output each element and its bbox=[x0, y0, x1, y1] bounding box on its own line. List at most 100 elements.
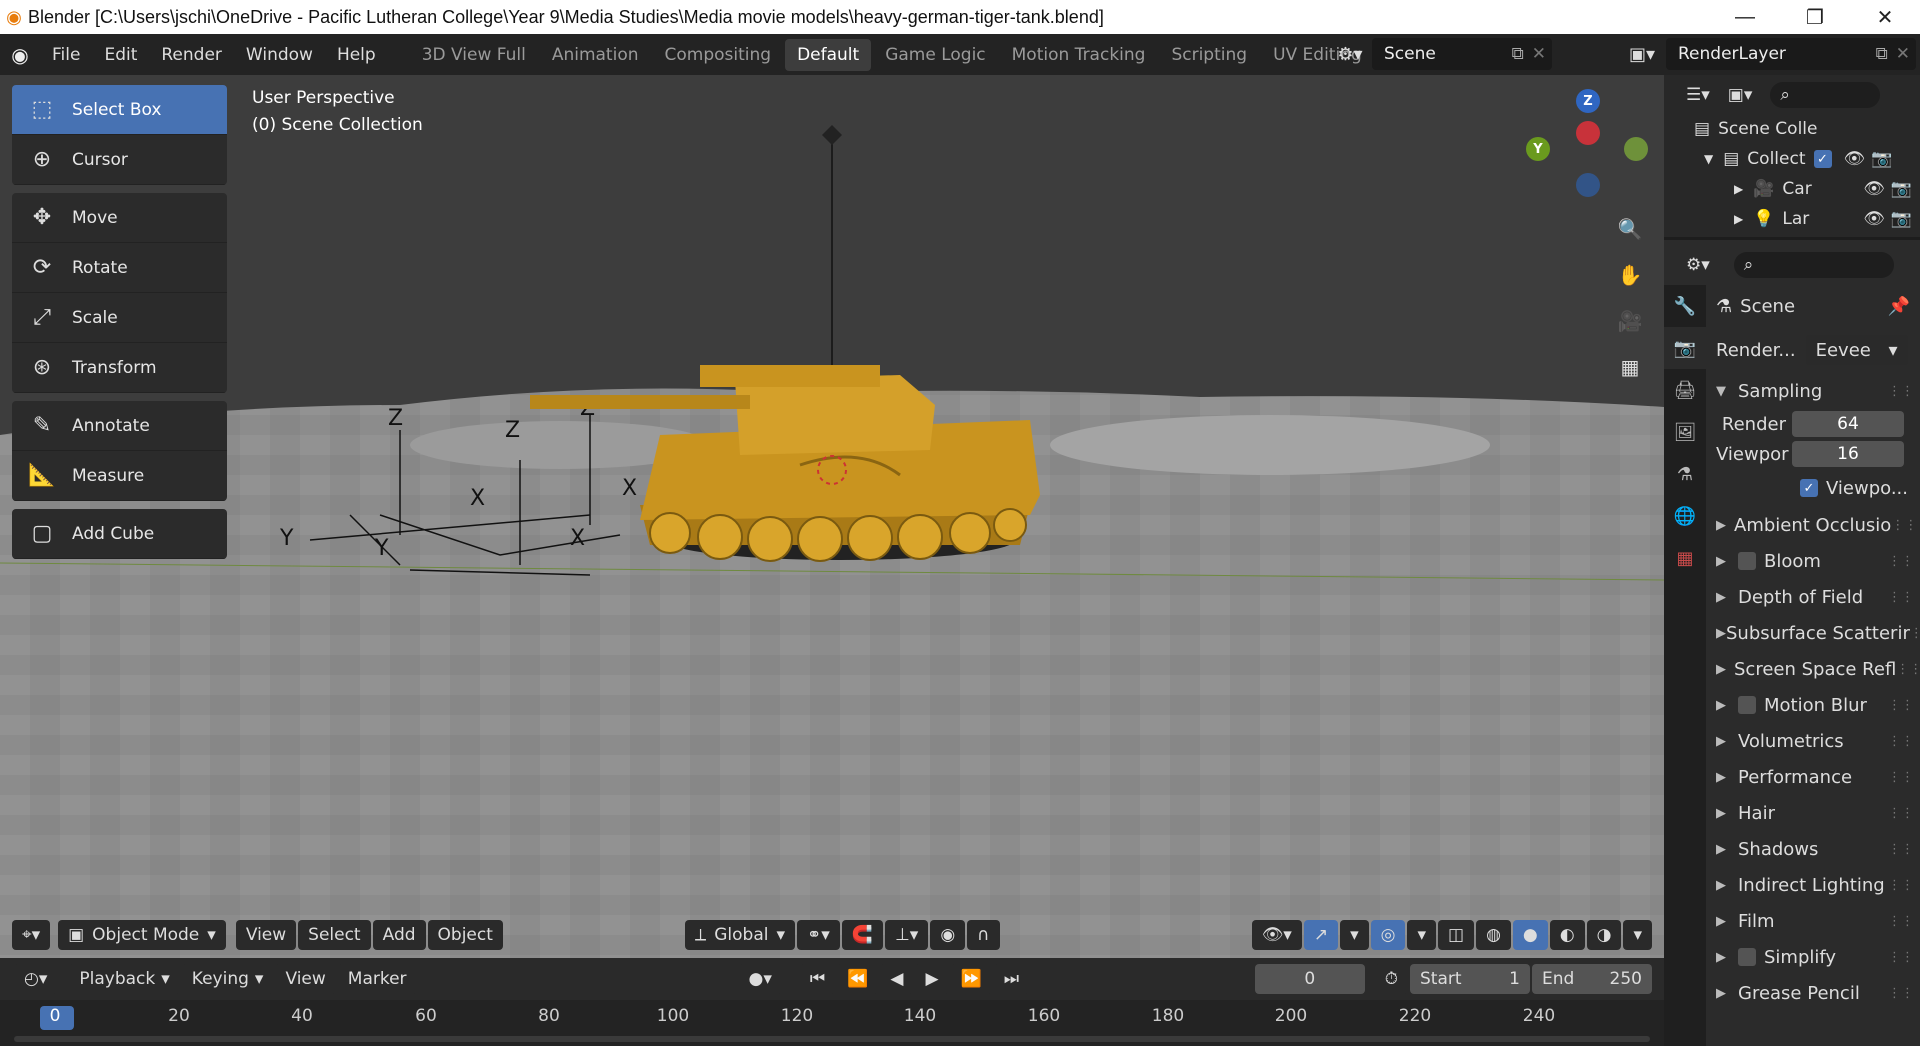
menu-render[interactable]: Render bbox=[149, 34, 234, 75]
overlay-options-icon[interactable]: ▾ bbox=[1407, 920, 1437, 950]
outliner-light-row[interactable]: ▶ 💡 Lar 👁 📷 bbox=[1734, 205, 1920, 233]
menu-object[interactable]: Object bbox=[427, 920, 503, 950]
gizmo-y-axis[interactable]: Y bbox=[1526, 137, 1550, 161]
proportional-edit-icon[interactable]: ◉ bbox=[930, 920, 966, 950]
panel-row[interactable]: ▶ Volumetrics ⋮⋮ bbox=[1708, 723, 1920, 759]
next-keyframe-icon[interactable]: ⏩ bbox=[950, 964, 992, 994]
viewport-denoise-row[interactable]: ✓ Viewpo... bbox=[1708, 469, 1920, 507]
scene-selector-icon[interactable]: ⚙▾ bbox=[1330, 38, 1370, 70]
close-button[interactable]: ✕ bbox=[1850, 0, 1920, 34]
drag-handle-icon[interactable]: ⋮⋮ bbox=[1888, 734, 1914, 749]
menu-add[interactable]: Add bbox=[372, 920, 426, 950]
menu-select[interactable]: Select bbox=[298, 920, 371, 950]
delete-scene-icon[interactable]: ✕ bbox=[1532, 44, 1546, 64]
expand-triangle-icon[interactable]: ▶ bbox=[1734, 212, 1743, 226]
prev-keyframe-icon[interactable]: ⏪ bbox=[837, 964, 879, 994]
tool-select-box[interactable]: ⬚ Select Box bbox=[12, 85, 227, 135]
transform-orientation-selector[interactable]: ⟂ Global ▾ bbox=[684, 920, 796, 950]
end-frame-field[interactable]: End 250 bbox=[1532, 964, 1652, 994]
expand-triangle-icon[interactable]: ▼ bbox=[1704, 152, 1713, 166]
snap-icon[interactable]: 🧲 bbox=[841, 920, 883, 950]
zoom-icon[interactable]: 🔍 bbox=[1612, 211, 1648, 247]
panel-row[interactable]: ▶Subsurface Scatterir⋮⋮ bbox=[1708, 615, 1920, 651]
properties-search-field[interactable]: ⌕ bbox=[1733, 252, 1894, 278]
tool-move[interactable]: ✥ Move bbox=[12, 193, 227, 243]
material-shading-icon[interactable]: ◐ bbox=[1549, 920, 1585, 950]
pan-hand-icon[interactable]: ✋ bbox=[1612, 257, 1648, 293]
tool-measure[interactable]: 📐 Measure bbox=[12, 451, 227, 501]
editor-type-icon[interactable]: ⌖▾ bbox=[12, 920, 51, 950]
menu-timeline-view[interactable]: View bbox=[275, 964, 336, 994]
tool-annotate[interactable]: ✎ Annotate bbox=[12, 401, 227, 451]
menu-view[interactable]: View bbox=[235, 920, 297, 950]
drag-handle-icon[interactable]: ⋮⋮ bbox=[1888, 554, 1914, 569]
panel-row[interactable]: ▶ Bloom ⋮⋮ bbox=[1708, 543, 1920, 579]
output-tab-icon[interactable]: 🖨 bbox=[1664, 369, 1706, 411]
drag-handle-icon[interactable]: ⋮⋮ bbox=[1888, 986, 1914, 1001]
menu-edit[interactable]: Edit bbox=[92, 34, 149, 75]
render-camera-icon[interactable]: 📷 bbox=[1891, 179, 1912, 199]
panel-sampling[interactable]: ▼ Sampling ⋮⋮ bbox=[1708, 373, 1920, 409]
gizmo-neg-y-axis[interactable] bbox=[1624, 137, 1648, 161]
panel-row[interactable]: ▶ Simplify ⋮⋮ bbox=[1708, 939, 1920, 975]
xray-icon[interactable]: ◫ bbox=[1438, 920, 1475, 950]
panel-row[interactable]: ▶ Indirect Lighting ⋮⋮ bbox=[1708, 867, 1920, 903]
view-layer-tab-icon[interactable]: 🖼 bbox=[1664, 411, 1706, 453]
start-frame-field[interactable]: Start 1 bbox=[1410, 964, 1530, 994]
preview-range-icon[interactable]: ⏱ bbox=[1374, 964, 1408, 994]
gizmo-x-axis[interactable] bbox=[1576, 121, 1600, 145]
blender-menu-icon[interactable]: ◉ bbox=[0, 34, 40, 75]
play-icon[interactable]: ▶ bbox=[915, 964, 949, 994]
mode-selector[interactable]: ▣ Object Mode ▾ bbox=[58, 920, 226, 950]
restore-button[interactable]: ❐ bbox=[1780, 0, 1850, 34]
wireframe-shading-icon[interactable]: ◍ bbox=[1476, 920, 1511, 950]
gizmo-z-axis[interactable]: Z bbox=[1576, 89, 1600, 113]
tool-scale[interactable]: ⤢ Scale bbox=[12, 293, 227, 343]
drag-handle-icon[interactable]: ⋮⋮ bbox=[1888, 878, 1914, 893]
3d-viewport[interactable]: Z Z Z Y Y X X X bbox=[0, 75, 1664, 958]
new-view-layer-icon[interactable]: ⧉ bbox=[1876, 44, 1888, 64]
tab-scripting[interactable]: Scripting bbox=[1159, 39, 1259, 71]
auto-keying-icon[interactable]: ●▾ bbox=[738, 964, 782, 994]
expand-triangle-icon[interactable]: ▶ bbox=[1734, 182, 1743, 196]
pin-icon[interactable]: 📌 bbox=[1888, 296, 1910, 317]
rendered-shading-icon[interactable]: ◑ bbox=[1586, 920, 1622, 950]
drag-handle-icon[interactable]: ⋮⋮ bbox=[1910, 626, 1920, 641]
panel-enable-checkbox[interactable] bbox=[1738, 696, 1756, 714]
drag-handle-icon[interactable]: ⋮⋮ bbox=[1896, 662, 1920, 677]
tab-default[interactable]: Default bbox=[785, 38, 872, 71]
tab-animation[interactable]: Animation bbox=[540, 39, 651, 71]
drag-handle-icon[interactable]: ⋮⋮ bbox=[1888, 914, 1914, 929]
gizmo-neg-z-axis[interactable] bbox=[1576, 173, 1600, 197]
tool-cursor[interactable]: ⊕ Cursor bbox=[12, 135, 227, 185]
visibility-icon[interactable]: 👁▾ bbox=[1251, 920, 1302, 950]
tool-transform[interactable]: ⊛ Transform bbox=[12, 343, 227, 393]
panel-row[interactable]: ▶ Depth of Field ⋮⋮ bbox=[1708, 579, 1920, 615]
world-tab-icon[interactable]: 🌐 bbox=[1664, 495, 1706, 537]
render-camera-icon[interactable]: 📷 bbox=[1871, 149, 1892, 169]
drag-handle-icon[interactable]: ⋮⋮ bbox=[1888, 590, 1914, 605]
snap-target-icon[interactable]: ⊥▾ bbox=[884, 920, 929, 950]
tab-motion-tracking[interactable]: Motion Tracking bbox=[1000, 39, 1158, 71]
minimize-button[interactable]: — bbox=[1710, 0, 1780, 34]
menu-file[interactable]: File bbox=[40, 34, 92, 75]
exclude-checkbox[interactable]: ✓ bbox=[1813, 150, 1832, 168]
new-scene-icon[interactable]: ⧉ bbox=[1512, 44, 1524, 64]
outliner-collection-row[interactable]: ▼ ▤ Collect ✓ 👁 📷 bbox=[1704, 145, 1920, 173]
eye-icon[interactable]: 👁 bbox=[1844, 149, 1866, 169]
view-layer-icon[interactable]: ▣▾ bbox=[1622, 38, 1662, 70]
drag-handle-icon[interactable]: ⋮⋮ bbox=[1888, 806, 1914, 821]
display-mode-icon[interactable]: ▣▾ bbox=[1728, 85, 1753, 105]
render-camera-icon[interactable]: 📷 bbox=[1891, 209, 1912, 229]
viewport-samples-field[interactable]: 16 bbox=[1792, 441, 1904, 467]
menu-playback[interactable]: Playback ▾ bbox=[69, 964, 180, 994]
viewport-denoise-checkbox[interactable]: ✓ bbox=[1800, 479, 1818, 497]
jump-start-icon[interactable]: ⏮ bbox=[799, 964, 836, 994]
panel-row[interactable]: ▶ Shadows ⋮⋮ bbox=[1708, 831, 1920, 867]
panel-row[interactable]: ▶ Grease Pencil ⋮⋮ bbox=[1708, 975, 1920, 1011]
gizmo-toggle-icon[interactable]: ↗ bbox=[1303, 920, 1339, 950]
drag-handle-icon[interactable]: ⋮⋮ bbox=[1891, 518, 1917, 533]
jump-end-icon[interactable]: ⏭ bbox=[993, 964, 1030, 994]
outliner-editor-icon[interactable]: ☰▾ bbox=[1686, 85, 1710, 105]
outliner-search-field[interactable]: ⌕ bbox=[1770, 82, 1881, 108]
